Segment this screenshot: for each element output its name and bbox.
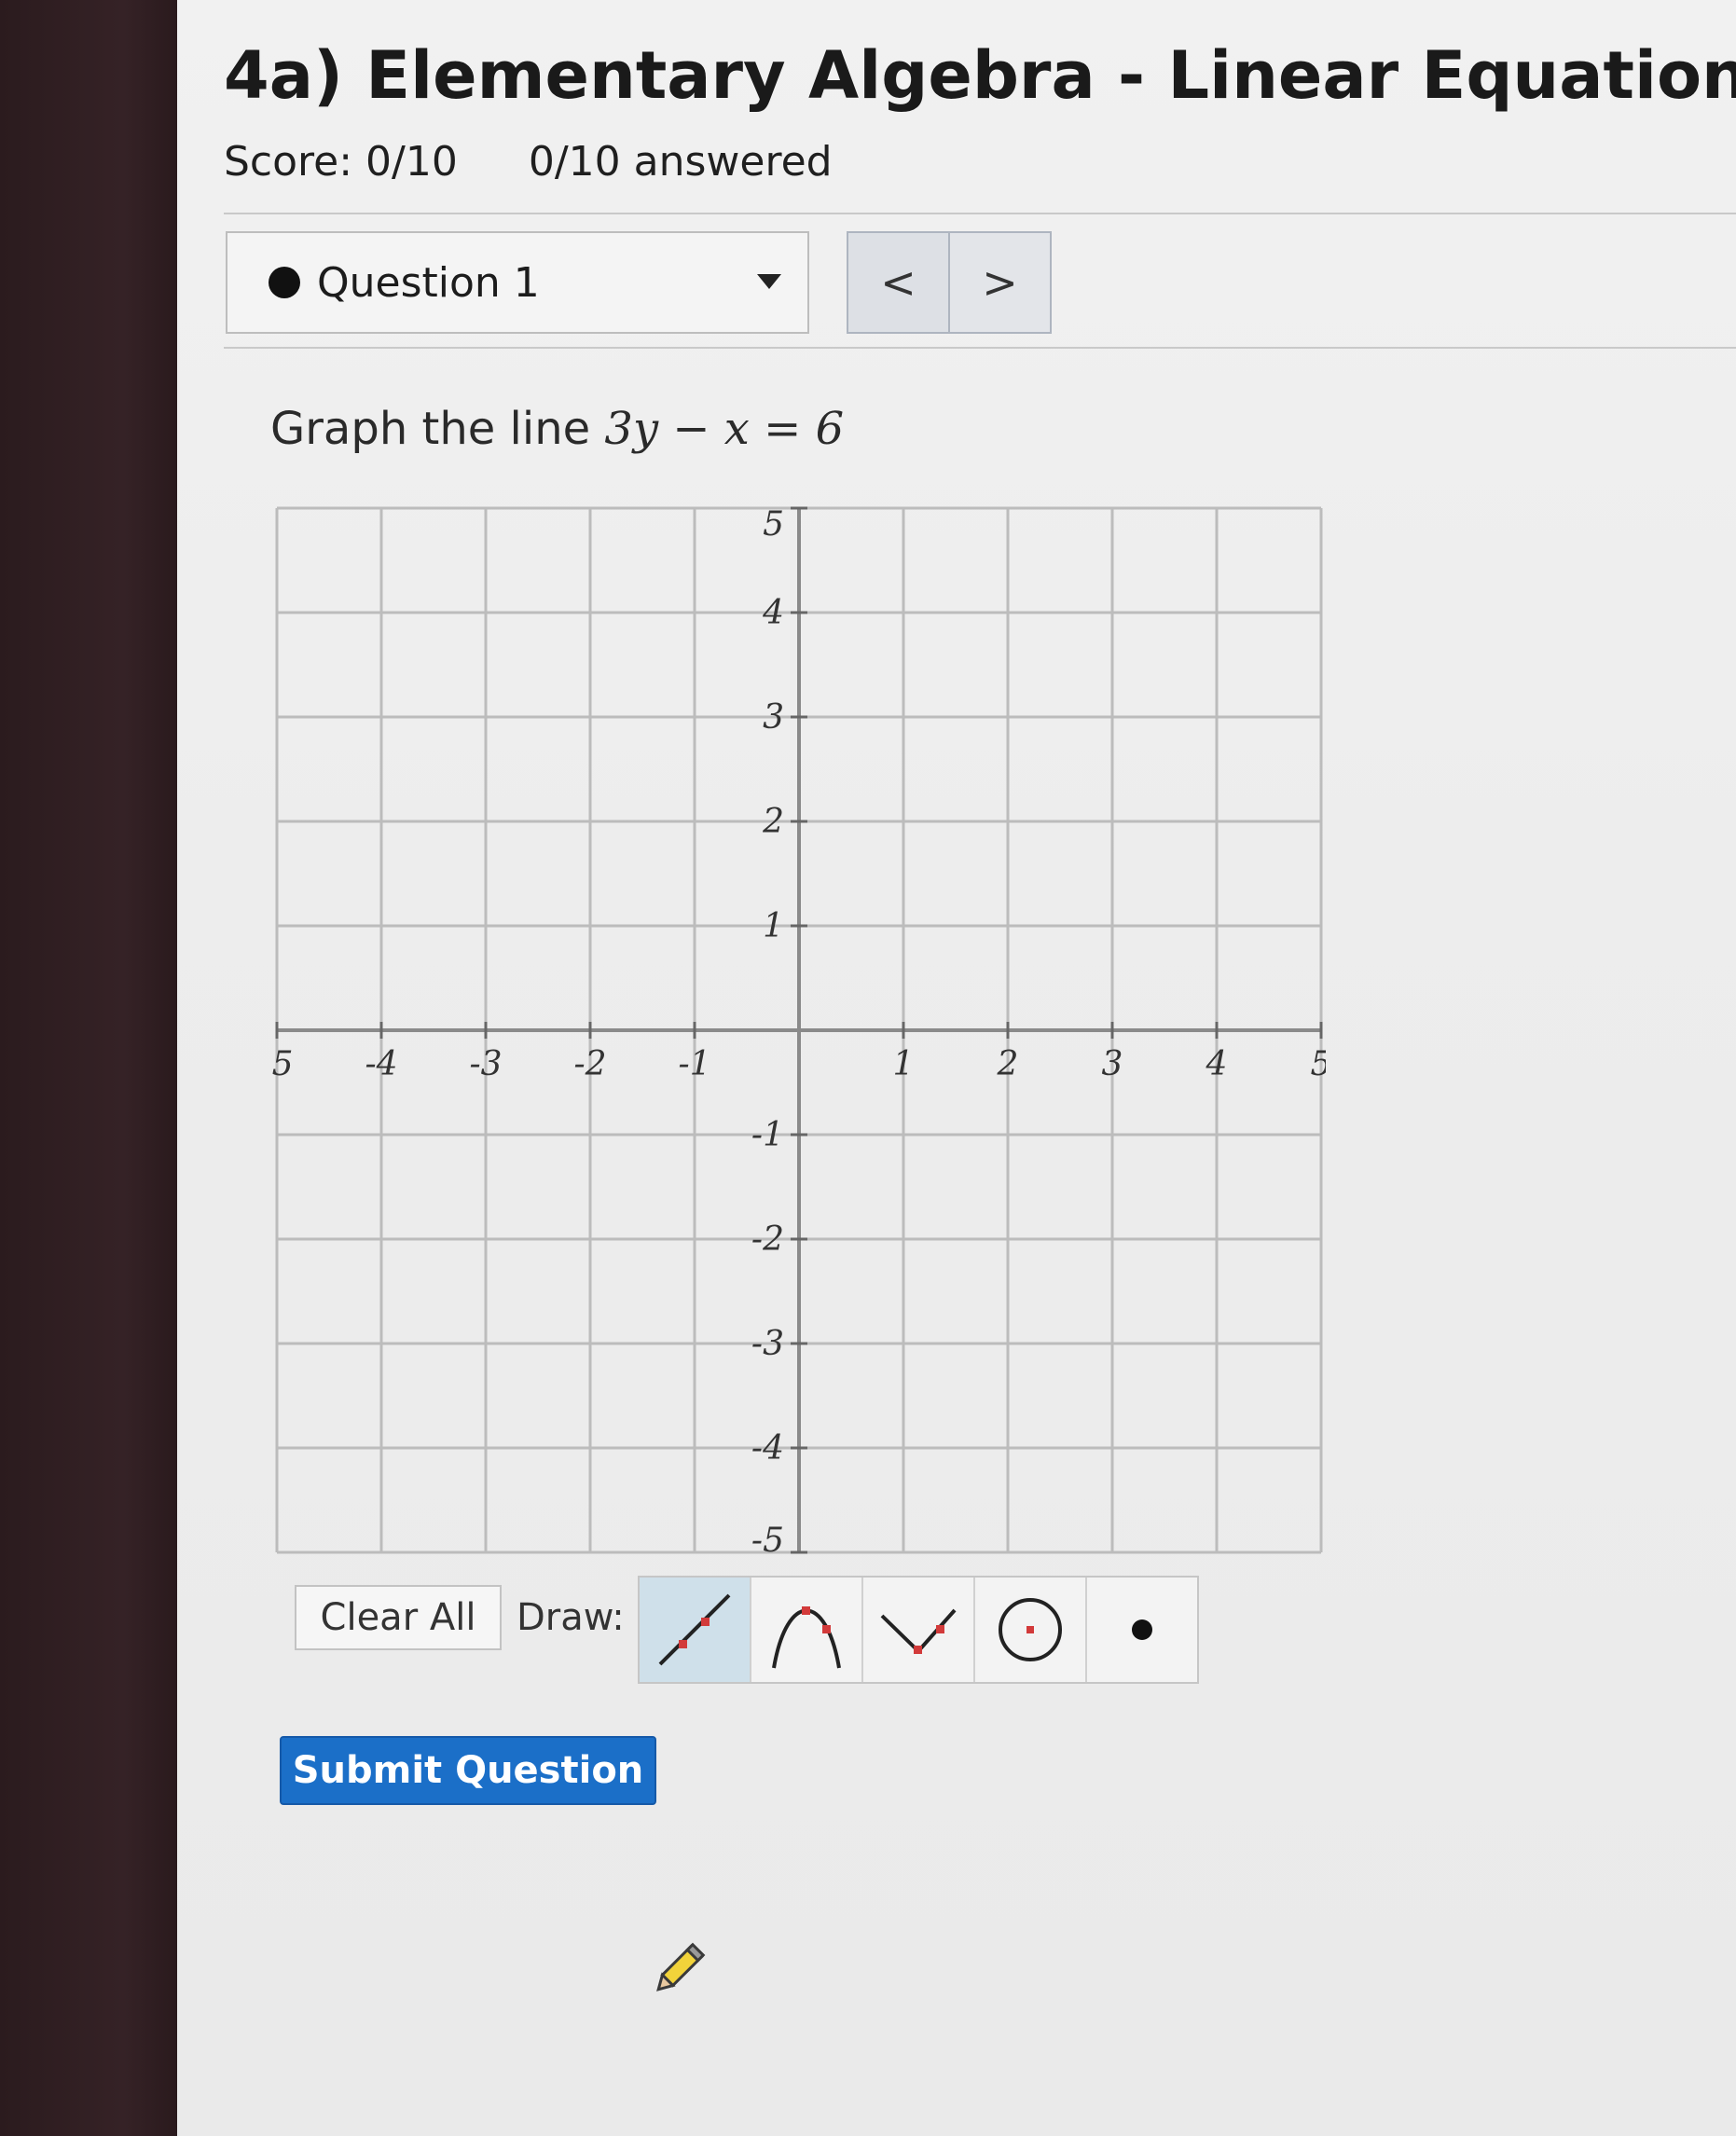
next-question-button[interactable]: > xyxy=(948,233,1050,332)
graph-area[interactable]: -5 -4 -3 -2 -1 1 2 3 4 5 5 4 3 2 1 -1 -2 -3 -4 -5 xyxy=(272,503,1326,1991)
question-nav-buttons: < > xyxy=(847,231,1052,334)
x-tick-label: 1 xyxy=(893,1045,915,1083)
answered-count: 0/10 answered xyxy=(528,138,833,186)
assignment-page: 4a) Elementary Algebra - Linear Equation… xyxy=(177,0,1736,2136)
parabola-tool-button[interactable] xyxy=(751,1578,863,1682)
circle-icon xyxy=(999,1598,1062,1661)
y-tick-label: -2 xyxy=(751,1220,784,1259)
question-status-dot xyxy=(269,267,300,298)
y-tick-label: 3 xyxy=(763,698,784,737)
x-tick-label: -5 xyxy=(272,1045,294,1083)
pencil-icon xyxy=(656,1942,706,1991)
prompt-equation: 3y − x = 6 xyxy=(604,403,845,455)
x-tick-label: -2 xyxy=(573,1045,606,1083)
draw-toolbar xyxy=(638,1576,1199,1684)
question-dropdown-label: Question 1 xyxy=(317,258,540,307)
y-tick-label: 1 xyxy=(763,907,784,945)
x-tick-label: -3 xyxy=(469,1045,502,1083)
page-title: 4a) Elementary Algebra - Linear Equation xyxy=(224,37,1736,114)
x-tick-label: 5 xyxy=(1311,1045,1326,1083)
y-tick-label: -1 xyxy=(751,1116,784,1154)
submit-question-button[interactable]: Submit Question xyxy=(280,1736,656,1805)
line-segment-icon xyxy=(658,1593,731,1666)
prompt-text: Graph the line xyxy=(270,403,605,455)
question-dropdown[interactable]: Question 1 xyxy=(226,231,809,334)
clear-all-button[interactable]: Clear All xyxy=(295,1585,502,1650)
absolute-value-icon xyxy=(880,1608,957,1654)
question-prompt: Graph the line 3y − x = 6 xyxy=(270,403,844,455)
line-tool-button[interactable] xyxy=(640,1578,751,1682)
point-icon xyxy=(1132,1619,1152,1640)
circle-tool-button[interactable] xyxy=(975,1578,1087,1682)
x-tick-label: 4 xyxy=(1206,1045,1228,1083)
divider xyxy=(224,213,1736,214)
x-tick-label: 2 xyxy=(997,1045,1019,1083)
y-tick-label: -5 xyxy=(751,1522,784,1557)
y-tick-label: 2 xyxy=(762,803,784,841)
previous-question-button[interactable]: < xyxy=(848,233,948,332)
chevron-down-icon xyxy=(757,274,781,289)
point-tool-button[interactable] xyxy=(1087,1578,1197,1682)
divider xyxy=(224,347,1736,349)
score-summary: Score: 0/10 0/10 answered xyxy=(224,138,890,186)
y-tick-label: 5 xyxy=(763,505,784,544)
coordinate-grid[interactable]: -5 -4 -3 -2 -1 1 2 3 4 5 5 4 3 2 1 -1 -2 -3 -4 -5 xyxy=(272,503,1326,1557)
x-tick-label: -1 xyxy=(678,1045,710,1083)
parabola-icon xyxy=(772,1606,841,1669)
monitor-bezel xyxy=(0,0,177,2136)
y-tick-label: -3 xyxy=(751,1325,784,1363)
draw-label: Draw: xyxy=(517,1596,625,1639)
x-tick-label: -4 xyxy=(365,1045,397,1083)
y-tick-label: 4 xyxy=(762,594,784,632)
score-text: Score: 0/10 xyxy=(224,138,458,186)
x-tick-label: 3 xyxy=(1102,1045,1123,1083)
y-tick-label: -4 xyxy=(751,1429,784,1468)
absolute-value-tool-button[interactable] xyxy=(863,1578,975,1682)
